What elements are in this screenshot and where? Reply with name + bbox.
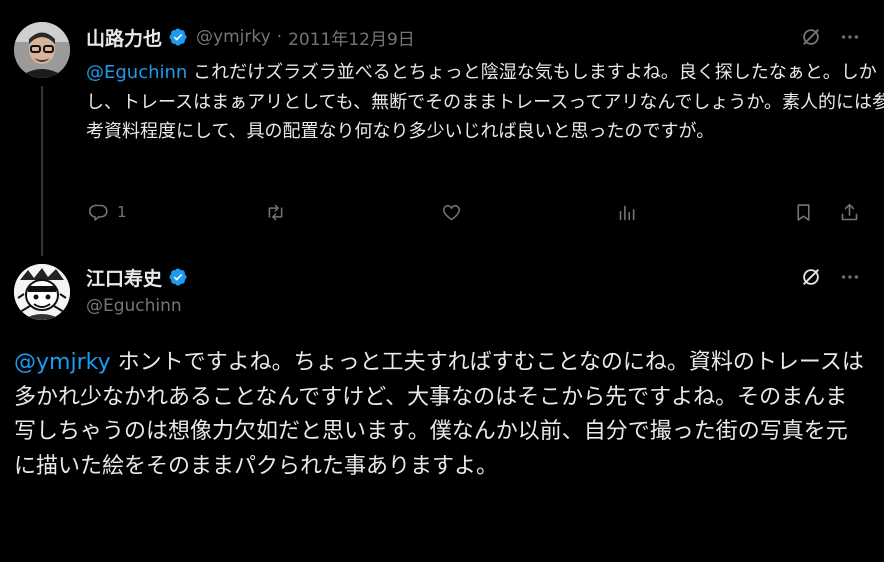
main-body: @ymjrky ホントですよね。ちょっと工夫すればすむことなのにね。資料のトレー… bbox=[14, 346, 864, 484]
grok-icon bbox=[803, 29, 819, 45]
reply-body: @Eguchinn これだけズラズラ並べるとちょっと陰湿な気もしますよね。良く探… bbox=[86, 58, 884, 147]
reply-date[interactable]: 2011年12月9日 bbox=[288, 25, 415, 50]
like-icon bbox=[442, 204, 461, 220]
reply-action-share[interactable] bbox=[839, 200, 860, 224]
reply-header: 山路力也 @ymjrky · 2011年12月9日 bbox=[86, 24, 415, 50]
main-more-button[interactable] bbox=[836, 264, 864, 290]
main-mention-link[interactable]: @ymjrky bbox=[14, 350, 111, 375]
views-icon bbox=[619, 205, 635, 220]
reply-action-reply[interactable]: 1 bbox=[88, 200, 127, 224]
reply-count: 1 bbox=[117, 203, 127, 221]
reply-author-name[interactable]: 山路力也 bbox=[86, 24, 162, 51]
bookmark-icon bbox=[797, 203, 810, 221]
separator-dot: · bbox=[276, 27, 283, 47]
verified-badge-icon bbox=[169, 268, 187, 286]
reply-icon bbox=[88, 204, 108, 221]
avatar-illustration bbox=[14, 264, 70, 320]
thread-line bbox=[41, 86, 43, 256]
reply-mention-link[interactable]: @Eguchinn bbox=[86, 62, 187, 83]
reply-action-bookmark[interactable] bbox=[793, 200, 814, 224]
main-header: 江口寿史 bbox=[86, 264, 188, 290]
verified-badge-icon bbox=[169, 28, 187, 46]
retweet-icon bbox=[268, 204, 283, 220]
reply-handle[interactable]: @ymjrky bbox=[196, 27, 271, 47]
reply-action-retweet[interactable] bbox=[265, 200, 286, 224]
avatar-photo bbox=[14, 22, 70, 78]
avatar-eguchinn[interactable] bbox=[14, 264, 70, 320]
avatar-ymjrky[interactable] bbox=[14, 22, 70, 78]
reply-action-like[interactable] bbox=[441, 200, 462, 224]
main-body-text: ホントですよね。ちょっと工夫すればすむことなのにね。資料のトレースは多かれ少なか… bbox=[14, 350, 864, 479]
reply-body-text: これだけズラズラ並べるとちょっと陰湿な気もしますよね。良く探したなぁと。しかし、… bbox=[86, 62, 884, 142]
more-icon bbox=[841, 275, 859, 279]
reply-more-button[interactable] bbox=[836, 24, 864, 50]
grok-icon bbox=[803, 269, 819, 285]
share-icon bbox=[841, 203, 858, 220]
reply-grok-button[interactable] bbox=[797, 24, 825, 50]
main-grok-button[interactable] bbox=[797, 264, 825, 290]
main-handle[interactable]: @Eguchinn bbox=[86, 296, 182, 316]
reply-action-views[interactable] bbox=[617, 200, 638, 224]
more-icon bbox=[841, 35, 859, 39]
main-author-name[interactable]: 江口寿史 bbox=[86, 264, 162, 291]
